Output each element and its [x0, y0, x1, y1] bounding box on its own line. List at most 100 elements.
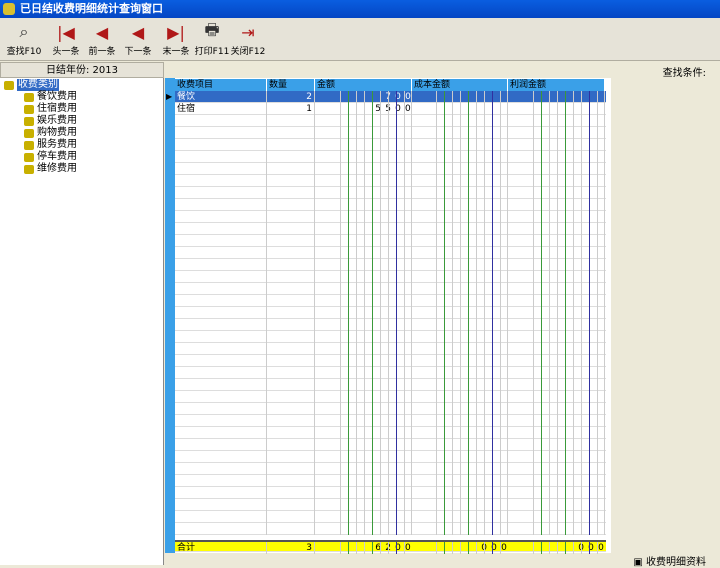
digit-cell — [581, 511, 589, 523]
digit-cell — [460, 175, 468, 187]
column-header[interactable]: 利润金额 — [508, 79, 605, 91]
column-header[interactable]: 金额 — [315, 79, 412, 91]
table-row[interactable] — [175, 415, 606, 427]
table-row[interactable] — [175, 355, 606, 367]
table-row[interactable] — [175, 271, 606, 283]
digit-cell — [476, 115, 484, 127]
table-row[interactable] — [175, 295, 606, 307]
digit-cell — [597, 403, 605, 415]
digit-cell — [557, 499, 565, 511]
table-row[interactable] — [175, 331, 606, 343]
tree-root[interactable]: 收费类别 — [4, 79, 59, 91]
tree-item[interactable]: 餐饮费用 — [24, 91, 77, 103]
first-button[interactable]: |◀ 头一条 — [48, 20, 84, 60]
digit-cell — [372, 451, 380, 463]
tree-item[interactable]: 娱乐费用 — [24, 115, 77, 127]
digit-cell — [484, 367, 492, 379]
table-row[interactable] — [175, 199, 606, 211]
table-row[interactable] — [175, 511, 606, 523]
table-row[interactable] — [175, 187, 606, 199]
digit-cell — [460, 223, 468, 235]
digit-cell — [444, 295, 452, 307]
last-button[interactable]: ▶| 末一条 — [158, 20, 194, 60]
table-row[interactable] — [175, 319, 606, 331]
digit-cell — [500, 343, 508, 355]
digit-cell — [372, 247, 380, 259]
digit-cell — [444, 439, 452, 451]
digit-cell — [388, 271, 396, 283]
table-row[interactable] — [175, 523, 606, 535]
table-row[interactable] — [175, 307, 606, 319]
table-row[interactable] — [175, 247, 606, 259]
digit-cell — [597, 475, 605, 487]
tree-item[interactable]: 维修费用 — [24, 163, 77, 175]
table-row[interactable] — [175, 283, 606, 295]
table-row[interactable] — [175, 475, 606, 487]
qty-cell — [267, 307, 315, 319]
digit-cell — [557, 542, 565, 554]
digit-cell — [476, 542, 484, 554]
column-header[interactable]: 收费项目 — [175, 79, 267, 91]
tree-item[interactable]: 服务费用 — [24, 139, 77, 151]
digit-cell — [533, 175, 541, 187]
search-button[interactable]: ⌕ 查找F10 — [6, 20, 42, 60]
digit-cell — [372, 91, 380, 103]
exit-button[interactable]: ⇥ 关闭F12 — [230, 20, 266, 60]
table-row[interactable] — [175, 403, 606, 415]
digit-cell — [573, 307, 581, 319]
table-row[interactable] — [175, 391, 606, 403]
digit-cell — [460, 295, 468, 307]
table-row[interactable]: 餐饮 2 700 — [175, 91, 606, 103]
digit-cell — [565, 451, 573, 463]
digit-cell — [549, 103, 557, 115]
digit-cell — [436, 523, 444, 535]
table-row[interactable]: 住宿 1 5500 — [175, 103, 606, 115]
table-row[interactable] — [175, 259, 606, 271]
table-row[interactable] — [175, 127, 606, 139]
table-row[interactable] — [175, 499, 606, 511]
table-row[interactable] — [175, 115, 606, 127]
table-row[interactable] — [175, 439, 606, 451]
table-row[interactable] — [175, 139, 606, 151]
tree-item[interactable]: 住宿费用 — [24, 103, 77, 115]
digit-cell — [541, 247, 549, 259]
table-row[interactable] — [175, 343, 606, 355]
table-row[interactable] — [175, 235, 606, 247]
prev-button[interactable]: ◀ 前一条 — [84, 20, 120, 60]
next-button[interactable]: ◀ 下一条 — [120, 20, 156, 60]
digit-cell — [468, 499, 476, 511]
digit-cell — [388, 499, 396, 511]
digit-cell — [468, 319, 476, 331]
category-tree[interactable]: 收费类别 餐饮费用 住宿费用 娱乐费用 购物费用 服务费用 停车费用 维修费用 — [0, 78, 164, 565]
table-row[interactable] — [175, 211, 606, 223]
tree-item[interactable]: 停车费用 — [24, 151, 77, 163]
digit-cell — [372, 115, 380, 127]
table-row[interactable] — [175, 223, 606, 235]
table-row[interactable] — [175, 175, 606, 187]
digit-cell — [476, 451, 484, 463]
qty-cell — [267, 115, 315, 127]
tree-item[interactable]: 购物费用 — [24, 127, 77, 139]
digit-cell — [597, 199, 605, 211]
detail-grid[interactable]: 收费项目 数量 金额 成本金额 利润金额 餐饮 2 700 ▶ 住宿 1 5500 合计 3 6200 000… — [165, 78, 611, 554]
digit-cell — [436, 343, 444, 355]
table-row[interactable] — [175, 451, 606, 463]
table-row[interactable] — [175, 151, 606, 163]
digit-cell — [581, 439, 589, 451]
column-header[interactable]: 数量 — [267, 79, 315, 91]
digit-cell — [444, 187, 452, 199]
table-row[interactable] — [175, 427, 606, 439]
table-row[interactable] — [175, 367, 606, 379]
digit-cell — [476, 379, 484, 391]
table-row[interactable] — [175, 463, 606, 475]
digit-cell — [436, 115, 444, 127]
table-row[interactable] — [175, 487, 606, 499]
digit-cell — [380, 391, 388, 403]
column-header[interactable]: 成本金额 — [412, 79, 508, 91]
table-row[interactable] — [175, 379, 606, 391]
digit-cell — [476, 319, 484, 331]
digit-cell — [348, 451, 356, 463]
digit-cell — [340, 151, 348, 163]
printer-button[interactable]: 🖶 打印F11 — [194, 20, 230, 60]
table-row[interactable] — [175, 163, 606, 175]
